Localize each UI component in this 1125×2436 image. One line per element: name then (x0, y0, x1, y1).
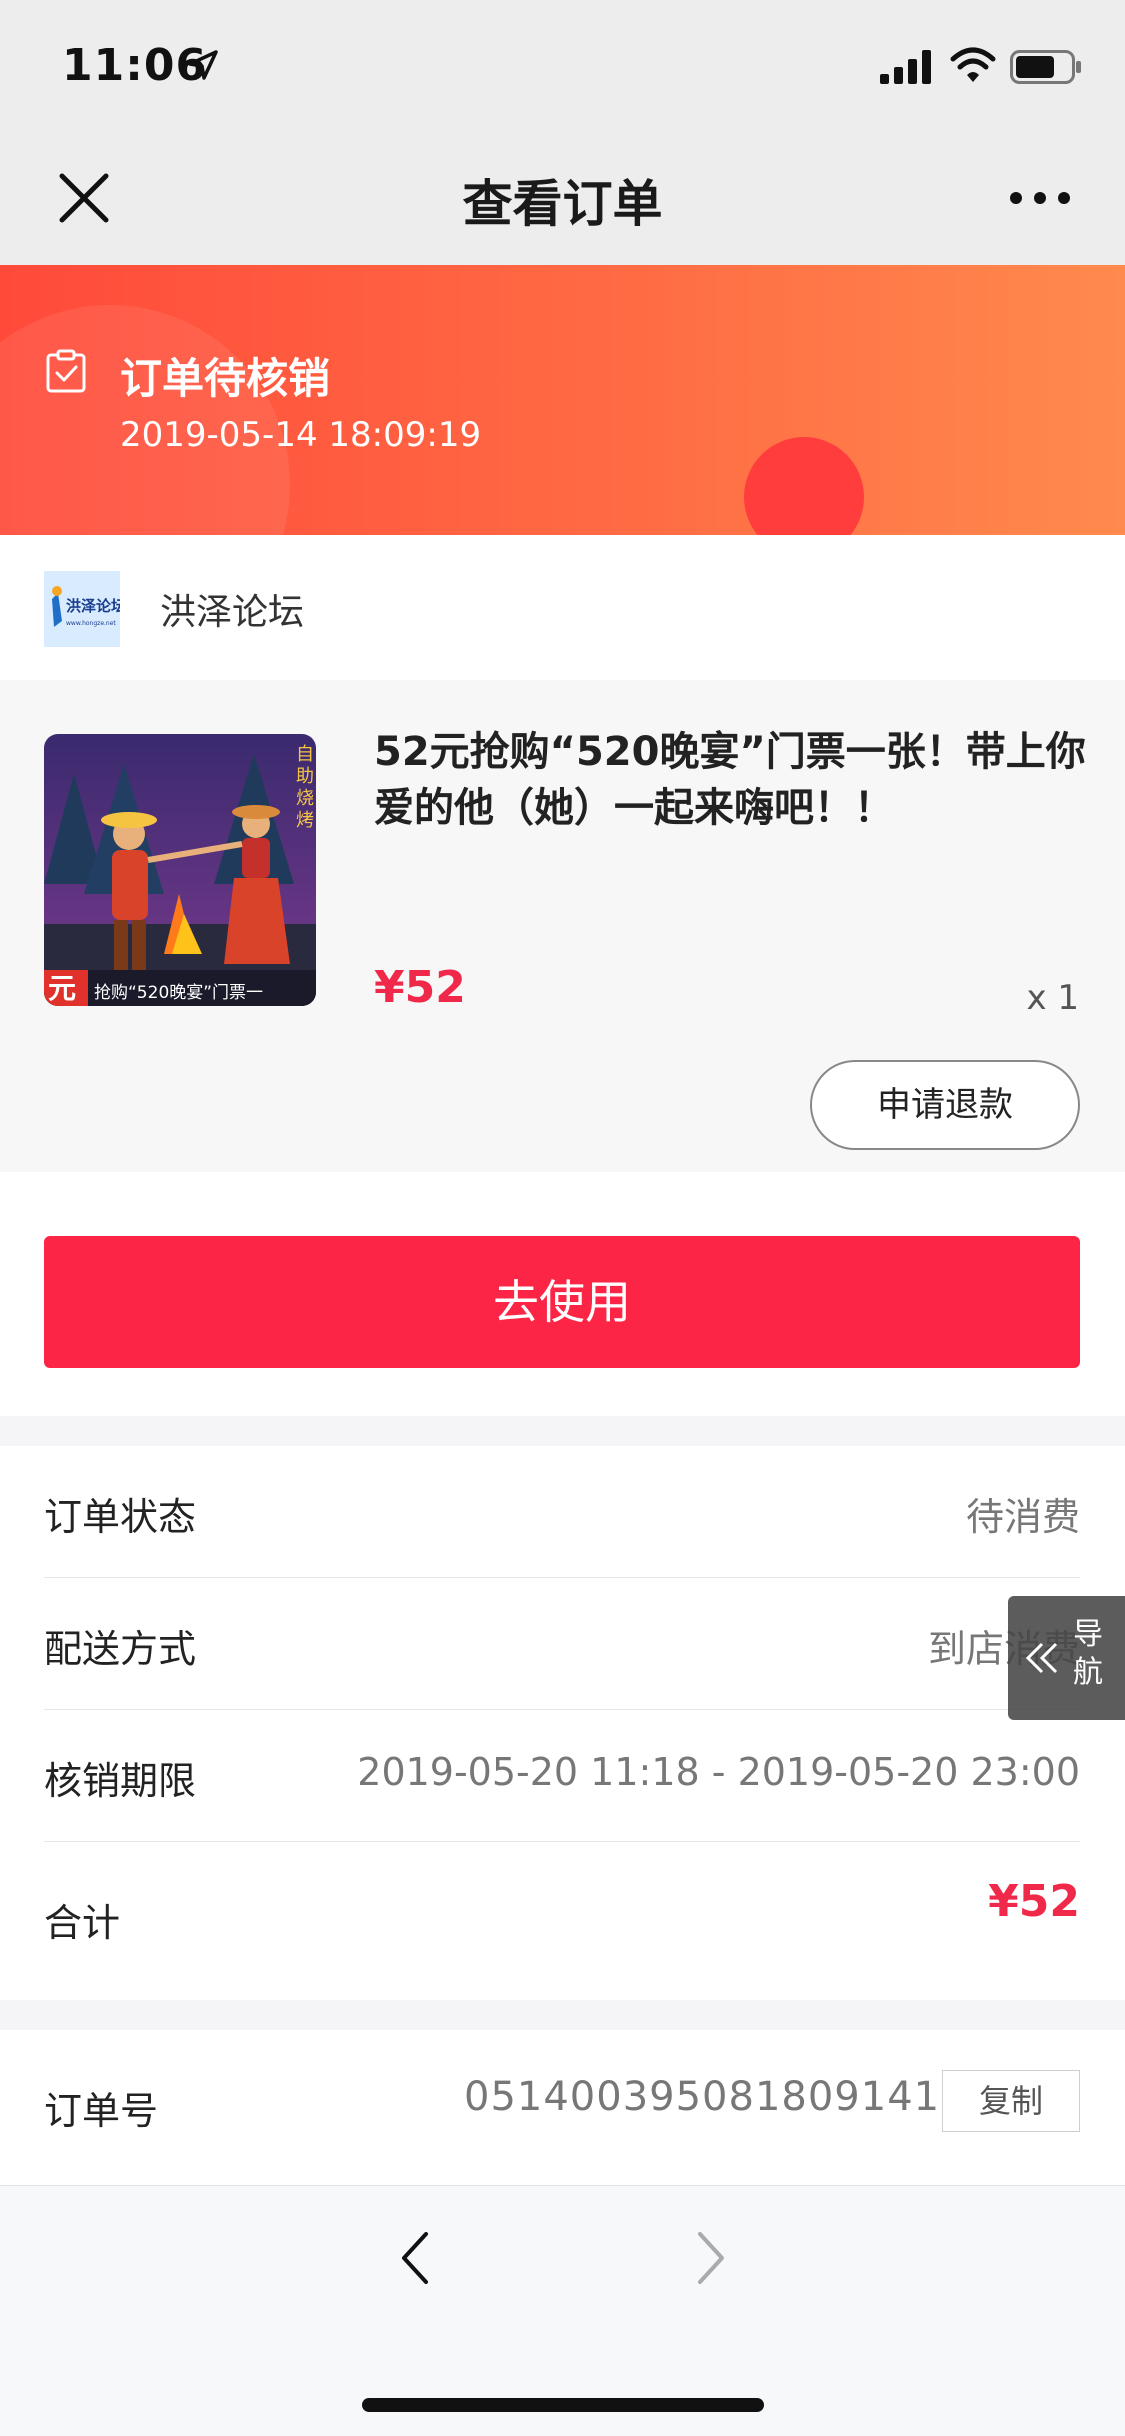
wifi-icon (950, 47, 996, 82)
banner-decor-dot (744, 437, 864, 535)
info-value: 2019-05-20 11:18 - 2019-05-20 23:00 (357, 1750, 1080, 1794)
floating-nav-button[interactable]: 导航 (1008, 1596, 1125, 1720)
info-row-status: 订单状态 待消费 (44, 1446, 1080, 1578)
section-divider (0, 1416, 1125, 1446)
shop-row[interactable]: 洪泽论坛 www.hongze.net 洪泽论坛 (0, 535, 1125, 680)
order-status-title: 订单待核销 (120, 354, 331, 403)
product-price: ¥52 (374, 962, 466, 1013)
use-area: 去使用 (0, 1172, 1125, 1416)
svg-text:烧: 烧 (296, 788, 314, 809)
more-icon[interactable] (1008, 186, 1072, 210)
order-number-row: 订单号 051400395081809141 复制 (0, 2030, 1125, 2170)
location-arrow-icon (188, 50, 218, 80)
product-quantity: x 1 (1026, 978, 1079, 1018)
refund-button[interactable]: 申请退款 (810, 1060, 1080, 1150)
svg-text:自: 自 (296, 744, 314, 765)
info-label: 订单状态 (44, 1495, 197, 1539)
order-status-time: 2019-05-14 18:09:19 (120, 415, 482, 455)
home-indicator[interactable] (362, 2398, 764, 2412)
product-card: 自 助 烧 烤 元 抢购“520晚宴”门票一 52元抢购“520晚宴”门票一张！… (0, 680, 1125, 1172)
page-title: 查看订单 (462, 175, 663, 233)
order-status-banner: 订单待核销 2019-05-14 18:09:19 (0, 265, 1125, 535)
use-button[interactable]: 去使用 (44, 1236, 1080, 1368)
svg-text:助: 助 (296, 766, 314, 787)
info-label: 核销期限 (44, 1759, 197, 1803)
info-label: 配送方式 (44, 1627, 197, 1671)
copy-button[interactable]: 复制 (942, 2070, 1080, 2132)
info-row-delivery: 配送方式 到店消费 (44, 1578, 1080, 1710)
shop-name: 洪泽论坛 (160, 592, 305, 633)
svg-text:洪泽论坛: 洪泽论坛 (66, 597, 120, 615)
forward-chevron-icon[interactable] (694, 2228, 730, 2288)
clipboard-check-icon (46, 349, 86, 393)
order-info-list: 订单状态 待消费 配送方式 到店消费 核销期限 2019-05-20 11:18… (0, 1446, 1125, 2026)
order-number-value: 051400395081809141 (464, 2074, 941, 2120)
svg-text:烤: 烤 (296, 810, 314, 831)
svg-text:www.hongze.net: www.hongze.net (66, 620, 116, 627)
browser-bottom-bar (0, 2185, 1125, 2436)
section-divider (0, 2000, 1125, 2030)
order-number-label: 订单号 (44, 2089, 159, 2133)
double-chevron-left-icon (1025, 1642, 1058, 1674)
cellular-signal-icon (880, 50, 931, 84)
info-label: 合计 (44, 1901, 121, 1945)
info-row-period: 核销期限 2019-05-20 11:18 - 2019-05-20 23:00 (44, 1710, 1080, 1842)
status-bar: 11:06 (0, 0, 1125, 140)
info-row-total: 合计 ¥52 (44, 1842, 1080, 1982)
svg-text:元: 元 (48, 972, 76, 1005)
floating-nav-label: 导航 (1073, 1617, 1103, 1690)
svg-text:抢购“520晚宴”门票一: 抢购“520晚宴”门票一 (94, 983, 263, 1003)
battery-icon (1010, 50, 1081, 84)
product-title[interactable]: 52元抢购“520晚宴”门票一张！带上你爱的他（她）一起来嗨吧！！ (374, 724, 1090, 836)
total-price: ¥52 (988, 1876, 1080, 1927)
shop-logo: 洪泽论坛 www.hongze.net (44, 571, 120, 647)
back-chevron-icon[interactable] (396, 2228, 432, 2288)
product-thumbnail[interactable]: 自 助 烧 烤 元 抢购“520晚宴”门票一 (44, 734, 316, 1006)
info-value: 待消费 (965, 1495, 1080, 1539)
